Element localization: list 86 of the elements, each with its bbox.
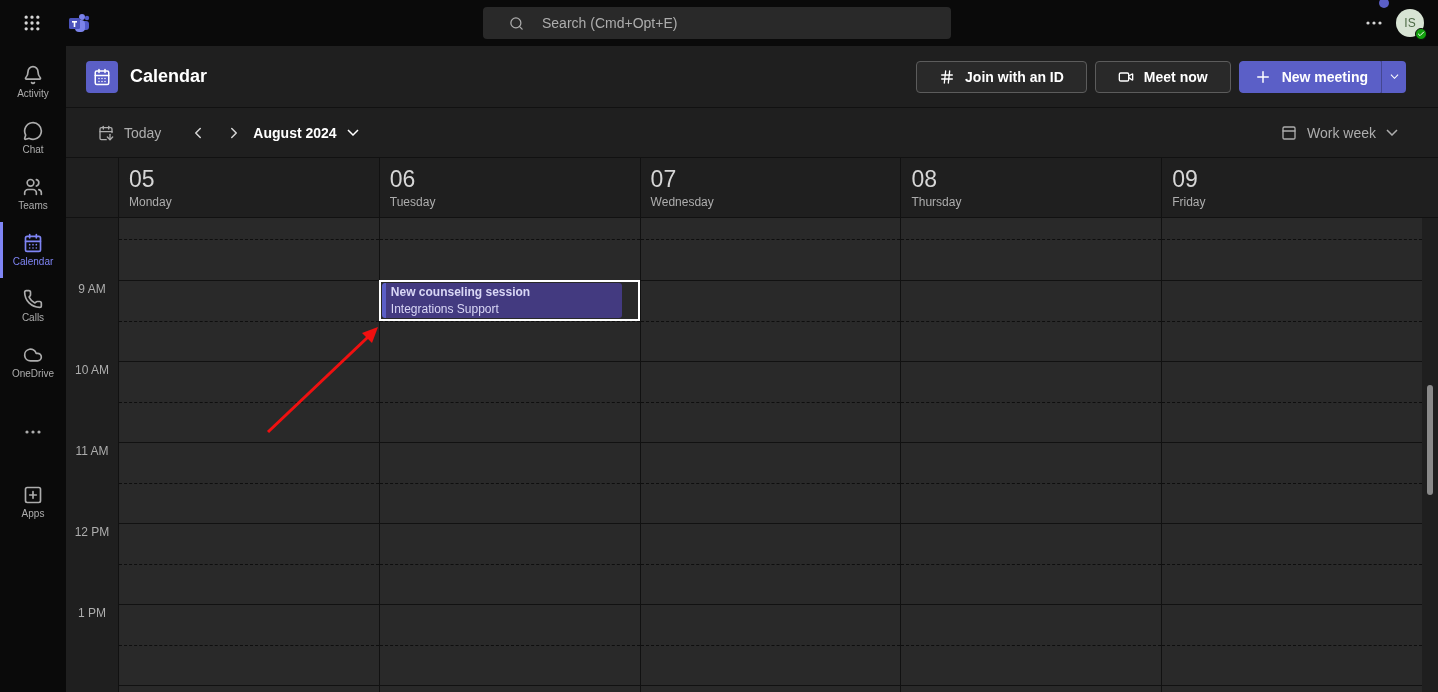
weekday-label: Monday xyxy=(129,195,173,209)
time-slot[interactable] xyxy=(900,604,1162,685)
calendar-app-icon xyxy=(86,60,118,93)
hour-label: 12 PM xyxy=(74,525,110,539)
search-bar[interactable]: Search (Cmd+Opt+E) xyxy=(483,7,951,39)
rail-item[interactable]: Chat xyxy=(0,110,66,166)
time-slot[interactable] xyxy=(118,442,379,523)
time-slot[interactable] xyxy=(639,218,901,280)
time-slot[interactable] xyxy=(118,280,379,361)
time-slot[interactable] xyxy=(900,280,1162,361)
time-slot[interactable] xyxy=(1161,218,1422,280)
hour-label: 1 PM xyxy=(78,606,106,620)
hour-label: 9 AM xyxy=(78,282,106,296)
time-slot[interactable] xyxy=(639,442,901,523)
time-slot[interactable] xyxy=(378,218,640,280)
scrollbar-thumb[interactable] xyxy=(1427,385,1433,495)
day-number: 09 xyxy=(1172,166,1199,193)
page-title: Calendar xyxy=(130,66,208,87)
time-slot[interactable] xyxy=(1161,604,1422,685)
calendar-event[interactable]: New counseling session Integrations Support xyxy=(378,280,640,321)
time-slot[interactable] xyxy=(1161,442,1422,523)
teams-logo-icon xyxy=(68,13,90,33)
time-slot[interactable] xyxy=(900,361,1162,442)
time-slot[interactable] xyxy=(118,604,379,685)
time-slot[interactable] xyxy=(378,523,640,604)
dropdown-button[interactable] xyxy=(1381,60,1406,93)
view-picker[interactable]: Work week xyxy=(1281,124,1398,141)
chat-icon xyxy=(23,121,43,141)
phone-icon xyxy=(23,289,43,309)
time-slot[interactable] xyxy=(1161,523,1422,604)
weekday-label: Friday xyxy=(1172,195,1207,209)
event-organizer: Integrations Support xyxy=(390,302,500,316)
calendar-icon xyxy=(23,233,43,253)
view-icon xyxy=(1281,124,1297,141)
hour-label: 11 AM xyxy=(75,444,109,458)
calendar-icon xyxy=(98,124,114,141)
people-icon xyxy=(23,177,43,197)
time-slot[interactable] xyxy=(900,218,1162,280)
rail-item[interactable]: Apps xyxy=(0,474,66,530)
cloud-icon xyxy=(23,345,43,365)
time-slot[interactable] xyxy=(639,361,901,442)
app-launcher-icon[interactable] xyxy=(22,13,42,33)
bell-icon xyxy=(23,65,43,85)
time-slot[interactable] xyxy=(378,442,640,523)
search-field[interactable]: Search (Cmd+Opt+E) xyxy=(540,14,951,32)
status-icon xyxy=(1415,28,1427,40)
more-icon xyxy=(25,430,41,434)
day-number: 08 xyxy=(911,166,938,193)
chevron-down-icon xyxy=(346,129,359,136)
weekday-label: Thursday xyxy=(911,195,963,209)
time-slot[interactable] xyxy=(118,361,379,442)
time-slot[interactable] xyxy=(639,280,901,361)
today-button[interactable]: Today xyxy=(98,124,162,141)
event-title: New counseling session xyxy=(390,285,532,299)
hour-label: 10 AM xyxy=(75,363,109,377)
weekday-label: Wednesday xyxy=(650,195,715,209)
time-slot[interactable] xyxy=(378,604,640,685)
weekday-label: Tuesday xyxy=(389,195,437,209)
rail-item[interactable]: Activity xyxy=(0,54,66,110)
time-slot[interactable] xyxy=(1161,280,1422,361)
time-slot[interactable] xyxy=(1161,361,1422,442)
notification-dot xyxy=(1379,0,1389,8)
chevron-down-icon xyxy=(1389,74,1399,79)
rail-item[interactable]: OneDrive xyxy=(0,334,66,390)
time-slot[interactable] xyxy=(118,523,379,604)
day-number: 07 xyxy=(650,166,678,193)
month-picker[interactable]: August 2024 xyxy=(253,124,359,141)
day-number: 06 xyxy=(389,166,417,193)
rail-item[interactable]: Teams xyxy=(0,166,66,222)
time-slot[interactable] xyxy=(900,523,1162,604)
time-slot[interactable] xyxy=(378,361,640,442)
rail-item[interactable]: Calls xyxy=(0,278,66,334)
time-slot[interactable] xyxy=(118,218,379,280)
chevron-down-icon xyxy=(1386,129,1398,136)
search-icon xyxy=(509,15,524,31)
join-button[interactable]: Join with an ID xyxy=(916,60,1087,93)
more-icon[interactable] xyxy=(1366,21,1382,25)
time-slot[interactable] xyxy=(639,523,901,604)
hash-icon xyxy=(939,68,956,85)
plus-square-icon xyxy=(23,485,43,505)
new-meeting-button[interactable]: New meeting xyxy=(1238,60,1381,93)
time-slot[interactable] xyxy=(900,442,1162,523)
meet-now-button[interactable]: Meet now xyxy=(1094,60,1231,93)
time-slot[interactable] xyxy=(639,604,901,685)
time-slot[interactable]: New counseling session Integrations Support xyxy=(378,280,640,361)
day-number: 05 xyxy=(129,166,156,193)
